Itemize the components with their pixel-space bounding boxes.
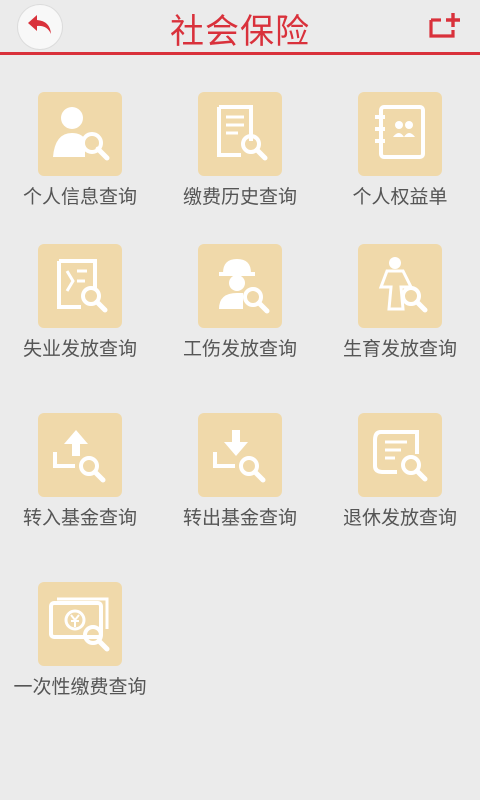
menu-tile [38,413,122,497]
menu-item-transfer-out[interactable]: 转出基金查询 [160,413,320,543]
transfer-in-search-icon [47,422,113,488]
rights-book-icon [367,101,433,167]
menu-label: 生育发放查询 [342,338,457,360]
menu-tile [38,582,122,666]
worker-search-icon [207,253,273,319]
menu-tile [38,244,122,328]
menu-label: 个人信息查询 [22,186,137,208]
menu-label: 个人权益单 [352,186,448,208]
menu-tile [358,92,442,176]
menu-tile [358,244,442,328]
menu-label: 工伤发放查询 [182,338,297,360]
menu-label: 退休发放查询 [342,507,457,529]
person-search-icon [47,101,113,167]
menu-item-unemployment[interactable]: 失业发放查询 [0,244,160,374]
add-shortcut-icon [427,10,463,44]
menu-item-transfer-in[interactable]: 转入基金查询 [0,413,160,543]
transfer-out-search-icon [207,422,273,488]
menu-item-one-time-payment[interactable]: 一次性缴费查询 [0,582,160,712]
menu-item-rights-statement[interactable]: 个人权益单 [320,92,480,222]
menu-label: 一次性缴费查询 [13,676,147,698]
menu-item-payment-history[interactable]: 缴费历史查询 [160,92,320,222]
menu-tile [358,413,442,497]
maternity-search-icon [367,253,433,319]
menu-label: 转入基金查询 [22,507,137,529]
menu-label: 缴费历史查询 [182,186,297,208]
receipt-search-icon [207,101,273,167]
menu-item-maternity[interactable]: 生育发放查询 [320,244,480,374]
retirement-search-icon [367,422,433,488]
unemployment-search-icon [47,253,113,319]
menu-item-injury[interactable]: 工伤发放查询 [160,244,320,374]
one-time-payment-search-icon [45,591,115,657]
menu-label: 失业发放查询 [22,338,137,360]
header-bar: 社会保险 [0,0,480,55]
menu-tile [198,413,282,497]
menu-label: 转出基金查询 [182,507,297,529]
menu-tile [198,92,282,176]
menu-tile [38,92,122,176]
menu-item-retirement[interactable]: 退休发放查询 [320,413,480,543]
page-title: 社会保险 [170,12,310,52]
menu-tile [198,244,282,328]
menu-item-personal-info[interactable]: 个人信息查询 [0,92,160,222]
add-shortcut-button[interactable] [426,10,464,44]
